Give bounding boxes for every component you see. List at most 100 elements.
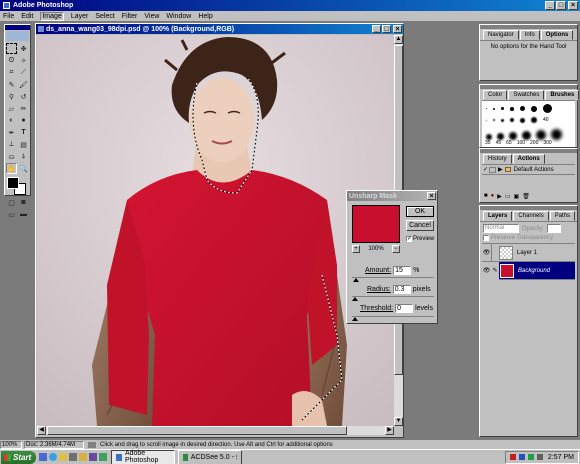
tray-icon[interactable] [527, 454, 534, 460]
record-icon[interactable]: ● [491, 193, 495, 200]
status-arrow-icon[interactable] [88, 441, 96, 448]
status-doc-size[interactable]: Doc: 2.36M/4.74M [24, 440, 84, 449]
radius-input[interactable]: 0.3 [392, 285, 411, 294]
pen-tool-icon[interactable]: ✒ [6, 127, 17, 138]
brush-preset[interactable] [520, 106, 525, 111]
menu-filter[interactable]: Filter [122, 13, 138, 20]
layer-row-selected[interactable]: 👁 ✎ Background [482, 261, 575, 280]
folder-icon[interactable] [79, 453, 88, 461]
scroll-down-icon[interactable]: ▼ [394, 417, 403, 426]
stop-icon[interactable]: ■ [484, 193, 488, 200]
foreground-color-swatch[interactable] [7, 177, 19, 189]
menu-help[interactable]: Help [198, 13, 212, 20]
preview-checkbox[interactable]: ✓ [406, 236, 412, 242]
brush-preset[interactable] [501, 107, 504, 110]
tab-paths[interactable]: Paths [549, 211, 576, 221]
brush-preset[interactable] [510, 106, 514, 111]
history-brush-icon[interactable]: ↺ [18, 91, 29, 102]
brush-preset[interactable] [493, 107, 495, 110]
crop-tool-icon[interactable]: ⌗ [6, 67, 17, 78]
tab-brushes[interactable]: Brushes [545, 90, 580, 100]
app-title-bar[interactable]: Adobe Photoshop _ □ × [0, 0, 580, 11]
airbrush-icon[interactable]: ✎ [6, 79, 17, 90]
ok-button[interactable]: OK [406, 206, 434, 217]
lasso-tool-icon[interactable]: ʘ [6, 55, 17, 66]
slice-tool-icon[interactable]: ⟋ [18, 67, 29, 78]
desktop-icon[interactable] [39, 453, 48, 461]
scroll-right-icon[interactable]: ▶ [385, 426, 394, 435]
brush-preset[interactable] [493, 119, 495, 121]
brush-preset[interactable] [531, 117, 537, 123]
doc-close-button[interactable]: × [393, 25, 402, 33]
brush-preset[interactable] [486, 108, 487, 109]
scroll-left-icon[interactable]: ◀ [37, 426, 46, 435]
close-button[interactable]: × [568, 1, 578, 10]
tab-history[interactable]: History [483, 154, 512, 164]
pencil-icon[interactable]: ✏ [18, 103, 29, 114]
brush-preset[interactable] [509, 132, 517, 140]
dialog-title-bar[interactable]: Unsharp Mask × [347, 191, 437, 201]
doc-minimize-button[interactable]: _ [372, 25, 381, 33]
eyedropper-icon[interactable]: ⍋ [18, 151, 29, 162]
screen-mode-icon[interactable]: ▭ [6, 209, 17, 220]
app-icon[interactable] [89, 453, 98, 461]
tab-navigator[interactable]: Navigator [483, 30, 519, 40]
status-zoom[interactable]: 100% [0, 440, 22, 449]
tab-layers[interactable]: Layers [483, 211, 513, 221]
media-icon[interactable] [69, 453, 78, 461]
new-set-icon[interactable]: ▭ [505, 193, 511, 200]
menu-image[interactable]: Image [40, 11, 64, 21]
brush-preset[interactable] [486, 119, 487, 121]
tab-options[interactable]: Options [540, 30, 574, 40]
menu-file[interactable]: File [3, 13, 14, 20]
quick-mask-icon[interactable]: ◙ [18, 197, 29, 208]
brush-preset[interactable] [486, 134, 492, 140]
opacity-input[interactable] [547, 224, 562, 233]
amount-input[interactable]: 15 [393, 266, 412, 275]
taskbar-photoshop-button[interactable]: Adobe Photoshop [111, 449, 176, 464]
document-title-bar[interactable]: ds_anna_wang03_98dpi.psd @ 100% (Backgro… [36, 24, 403, 34]
volume-icon[interactable] [536, 454, 543, 460]
paintbrush-icon[interactable]: ✎ [491, 261, 499, 280]
standard-mode-icon[interactable]: ▢ [6, 197, 17, 208]
paintbrush-icon[interactable]: 🖌 [18, 79, 29, 90]
dialog-toggle-icon[interactable] [489, 166, 496, 173]
hand-tool-icon[interactable]: ✋ [6, 163, 17, 174]
threshold-slider[interactable] [352, 316, 434, 321]
gradient-tool-icon[interactable]: ▤ [18, 139, 29, 150]
threshold-slider-handle[interactable] [352, 317, 358, 321]
move-tool-icon[interactable]: ✥ [18, 43, 29, 54]
dialog-close-button[interactable]: × [427, 192, 436, 200]
horizontal-scroll-thumb[interactable] [47, 426, 347, 435]
eye-icon[interactable]: 👁 [482, 249, 491, 256]
scroll-up-icon[interactable]: ▲ [394, 35, 403, 44]
zoom-out-icon[interactable]: − [391, 245, 400, 253]
menu-select[interactable]: Select [95, 13, 114, 20]
trash-icon[interactable]: 🗑 [522, 193, 530, 200]
mail-icon[interactable] [59, 453, 68, 461]
play-icon[interactable]: ▶ [497, 193, 502, 200]
doc-maximize-button[interactable]: □ [382, 25, 391, 33]
layer-row[interactable]: 👁 Layer 1 [482, 243, 575, 262]
new-action-icon[interactable]: ▣ [514, 193, 520, 200]
threshold-input[interactable]: 0 [395, 304, 414, 313]
menu-edit[interactable]: Edit [21, 13, 33, 20]
tab-color[interactable]: Color [483, 90, 508, 100]
zoom-in-icon[interactable]: + [352, 245, 360, 253]
maximize-button[interactable]: □ [556, 1, 566, 10]
brush-preset[interactable] [520, 117, 525, 123]
action-toggle-checkbox[interactable]: ✓ [482, 166, 489, 173]
start-button[interactable]: Start [1, 450, 37, 464]
blur-tool-icon[interactable]: ◐ [6, 115, 17, 126]
blend-mode-select[interactable]: Normal [483, 224, 519, 233]
brush-preset[interactable] [536, 130, 546, 140]
paint-bucket-icon[interactable]: ⛀ [6, 151, 17, 162]
radius-slider-handle[interactable] [352, 297, 358, 301]
layer-link-cell[interactable] [491, 243, 499, 262]
brush-preset[interactable] [531, 105, 537, 112]
full-screen-icon[interactable]: ▬ [18, 209, 29, 220]
marquee-tool-icon[interactable] [6, 43, 17, 54]
tab-info[interactable]: Info [519, 30, 540, 40]
brush-preset[interactable] [501, 118, 504, 122]
brush-preset[interactable] [522, 131, 531, 140]
